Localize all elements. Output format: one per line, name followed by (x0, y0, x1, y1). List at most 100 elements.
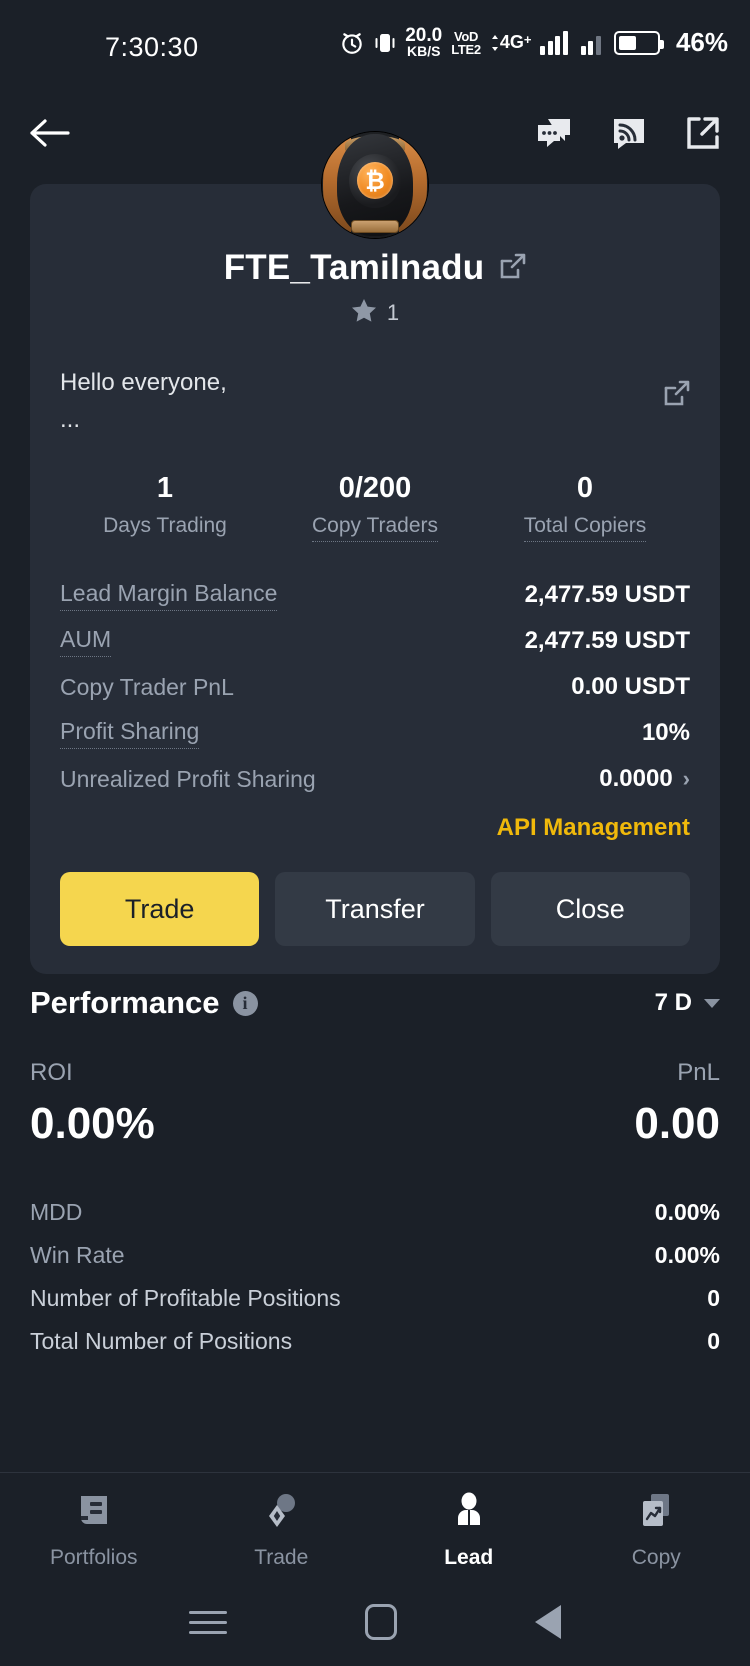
metric-total-positions: Total Number of Positions 0 (30, 1320, 720, 1363)
back-arrow-icon[interactable] (30, 117, 72, 154)
performance-title: Performance (30, 985, 220, 1020)
chevron-down-icon (704, 998, 720, 1008)
row-unrealized-profit-sharing[interactable]: Unrealized Profit Sharing 0.0000 › (60, 756, 690, 802)
edit-icon[interactable] (500, 253, 526, 284)
performance-header: Performance i 7 D (30, 985, 720, 1021)
nav-label: Trade (254, 1545, 309, 1569)
recents-icon[interactable] (189, 1604, 227, 1641)
period-label: 7 D (654, 989, 692, 1016)
row-lead-margin-balance[interactable]: Lead Margin Balance 2,477.59 USDT (60, 572, 690, 618)
row-label: Lead Margin Balance (60, 580, 278, 611)
close-button[interactable]: Close (490, 872, 690, 947)
pnl-value: 0.00 (634, 1099, 720, 1148)
network-type-label: 4G (499, 32, 524, 53)
nav-label: Lead (444, 1545, 494, 1569)
roi-label: ROI (30, 1059, 73, 1086)
network-type-indicator: 4G + (490, 32, 532, 53)
row-value: 0.0000 (599, 765, 673, 793)
nav-item-portfolios[interactable]: Portfolios (0, 1492, 188, 1570)
nav-item-lead[interactable]: Lead (375, 1492, 563, 1570)
row-value: 10% (641, 719, 690, 747)
bio-line-1: Hello everyone, (60, 369, 227, 396)
metric-win-rate: Win Rate 0.00% (30, 1234, 720, 1277)
metric-value: 0.00% (654, 1199, 720, 1225)
network-speed-unit: KB/S (407, 43, 441, 60)
page-title: FTE_Tamilnadu (223, 248, 485, 287)
api-management-row: API Management (60, 814, 690, 842)
app-header (0, 95, 750, 175)
volte-icon: VoD LTE2 (451, 30, 481, 56)
nav-item-copy[interactable]: Copy (563, 1492, 750, 1570)
stat-label: Copy Traders (311, 514, 439, 543)
row-value: 0.00 USDT (571, 673, 690, 701)
status-time: 7:30:30 (105, 32, 199, 62)
performance-title-group: Performance i (30, 985, 258, 1021)
stat-value: 0/200 (338, 472, 412, 505)
stat-label: Total Copiers (523, 514, 647, 543)
volte-top: VoD (453, 28, 479, 44)
android-navigation-bar (0, 1578, 750, 1666)
pnl-label: PnL (677, 1059, 720, 1086)
profile-stats: 1 Days Trading 0/200 Copy Traders 0 Tota… (60, 472, 690, 543)
roi-pnl-labels: ROI PnL (30, 1059, 720, 1087)
signal-icon-secondary (580, 31, 601, 55)
performance-section: Performance i 7 D ROI PnL 0.00% 0.00 MDD… (30, 985, 720, 1363)
star-count: 1 (386, 300, 400, 325)
metric-value: 0 (707, 1328, 720, 1354)
metric-label: Win Rate (30, 1242, 125, 1268)
back-icon[interactable] (535, 1605, 561, 1639)
row-label: Unrealized Profit Sharing (60, 765, 316, 792)
metric-mdd: MDD 0.00% (30, 1191, 720, 1234)
metric-label: Total Number of Positions (30, 1328, 293, 1354)
api-management-link[interactable]: API Management (497, 814, 690, 841)
row-profit-sharing[interactable]: Profit Sharing 10% (60, 710, 690, 756)
stat-copy-traders[interactable]: 0/200 Copy Traders (270, 472, 480, 543)
trade-icon (264, 1492, 298, 1533)
rating-row: 1 (60, 298, 690, 328)
home-icon[interactable] (365, 1604, 397, 1640)
performance-metrics: MDD 0.00% Win Rate 0.00% Number of Profi… (30, 1191, 720, 1363)
stat-total-copiers[interactable]: 0 Total Copiers (480, 472, 690, 543)
info-icon[interactable]: i (232, 990, 258, 1016)
stat-label: Days Trading (103, 514, 227, 538)
row-copy-trader-pnl: Copy Trader PnL 0.00 USDT (60, 664, 690, 710)
signal-icon (540, 30, 568, 55)
metric-value: 0.00% (654, 1242, 720, 1268)
network-plus: + (523, 32, 532, 48)
chat-icon[interactable] (536, 117, 572, 154)
row-aum[interactable]: AUM 2,477.59 USDT (60, 618, 690, 664)
profile-actions: Trade Transfer Close (60, 872, 690, 947)
row-value-wrap: 0.0000 › (599, 765, 690, 793)
trade-button[interactable]: Trade (60, 872, 260, 947)
chevron-right-icon: › (682, 766, 690, 792)
star-icon (351, 298, 377, 328)
transfer-button[interactable]: Transfer (275, 872, 475, 947)
period-selector[interactable]: 7 D (655, 989, 720, 1017)
copy-icon (639, 1492, 673, 1533)
battery-percent: 46% (675, 27, 728, 58)
row-value: 2,477.59 USDT (524, 581, 690, 609)
share-icon[interactable] (686, 116, 720, 155)
row-value: 2,477.59 USDT (524, 627, 690, 655)
stat-value: 0 (576, 472, 594, 505)
metric-value: 0 (707, 1285, 720, 1311)
bottom-navigation: Portfolios Trade Lead Copy (0, 1473, 750, 1588)
row-label: Profit Sharing (60, 718, 200, 749)
edit-bio-icon[interactable] (664, 380, 690, 411)
profile-bio: Hello everyone, ... (60, 364, 690, 438)
status-bar: 7:30:30 20.0 KB/S VoD LTE2 4G + 46% (0, 0, 750, 95)
nav-label: Copy (631, 1545, 681, 1569)
alarm-icon (339, 30, 365, 56)
metric-profitable-positions: Number of Profitable Positions 0 (30, 1277, 720, 1320)
profile-detail-rows: Lead Margin Balance 2,477.59 USDT AUM 2,… (60, 572, 690, 802)
avatar-plate (350, 219, 400, 233)
bio-line-2: ... (60, 406, 81, 434)
profile-card: FTE_Tamilnadu 1 Hello everyone, ... 1 Da… (30, 184, 720, 975)
stat-days-trading: 1 Days Trading (60, 472, 270, 542)
network-speed-indicator: 20.0 KB/S (405, 26, 442, 60)
feed-icon[interactable] (612, 117, 646, 154)
volte-bottom: LTE2 (451, 41, 481, 57)
vibrate-icon (374, 30, 396, 56)
nav-item-trade[interactable]: Trade (188, 1492, 376, 1570)
battery-icon (613, 30, 664, 55)
